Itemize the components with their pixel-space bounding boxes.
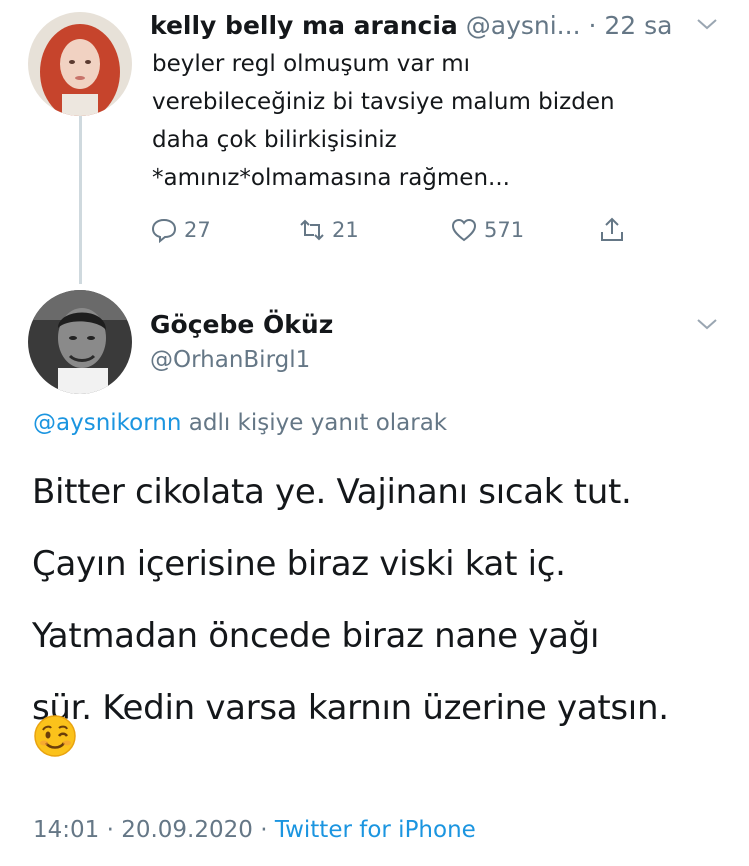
heart-icon: [451, 218, 477, 242]
parent-header: kelly belly ma arancia @aysni... · 22 sa: [150, 8, 690, 44]
parent-text-line: daha çok bilirkişisiniz: [152, 127, 397, 153]
parent-text-line: verebileceğiniz bi tavsiye malum bizden: [152, 89, 615, 115]
reply-count: 27: [184, 218, 211, 242]
parent-time[interactable]: 22 sa: [604, 11, 672, 40]
replying-to: @aysnikornn adlı kişiye yanıt olarak: [33, 406, 447, 440]
reply-text-line: Yatmadan öncede biraz nane yağı: [32, 616, 600, 656]
parent-text-line: beyler regl olmuşum var mı: [152, 51, 471, 77]
like-count: 571: [484, 218, 525, 242]
parent-display-name[interactable]: kelly belly ma arancia: [150, 11, 458, 40]
retweet-button[interactable]: 21: [298, 212, 359, 248]
reply-button[interactable]: 27: [150, 212, 211, 248]
reply-avatar[interactable]: [28, 290, 132, 394]
reply-display-name[interactable]: Göçebe Öküz: [150, 308, 333, 342]
reply-chevron-down-icon[interactable]: [695, 316, 719, 332]
retweet-icon: [300, 219, 324, 241]
thread-connector: [79, 116, 82, 284]
parent-text-line: *amınız*olmamasına rağmen...: [152, 165, 510, 191]
share-icon: [601, 217, 623, 241]
winking-face-emoji-icon: [34, 715, 76, 757]
reply-text-line: sür. Kedin varsa karnın üzerine yatsın.: [32, 688, 669, 728]
tweet-timestamp[interactable]: 14:01 · 20.09.2020 ·: [33, 817, 275, 843]
parent-handle[interactable]: @aysni...: [466, 11, 581, 40]
parent-chevron-down-icon[interactable]: [695, 16, 719, 32]
reply-handle[interactable]: @OrhanBirgl1: [150, 344, 310, 376]
tweet-meta: 14:01 · 20.09.2020 · Twitter for iPhone: [33, 812, 476, 848]
reply-text-line: Bitter cikolata ye. Vajinanı sıcak tut.: [32, 472, 632, 512]
reply-tweet-text: Bitter cikolata ye. Vajinanı sıcak tut. …: [32, 456, 742, 744]
retweet-count: 21: [332, 218, 359, 242]
share-button[interactable]: [598, 212, 626, 248]
parent-avatar[interactable]: [28, 12, 132, 116]
parent-separator: ·: [588, 11, 597, 40]
tweet-source[interactable]: Twitter for iPhone: [275, 817, 476, 843]
parent-tweet-text: beyler regl olmuşum var mı verebileceğin…: [152, 45, 732, 197]
reply-icon: [151, 218, 177, 244]
like-button[interactable]: 571: [450, 212, 524, 248]
reply-text-line: Çayın içerisine biraz viski kat iç.: [32, 544, 566, 584]
reply-to-label: adlı kişiye yanıt olarak: [181, 410, 448, 436]
reply-to-handle[interactable]: @aysnikornn: [33, 410, 181, 436]
